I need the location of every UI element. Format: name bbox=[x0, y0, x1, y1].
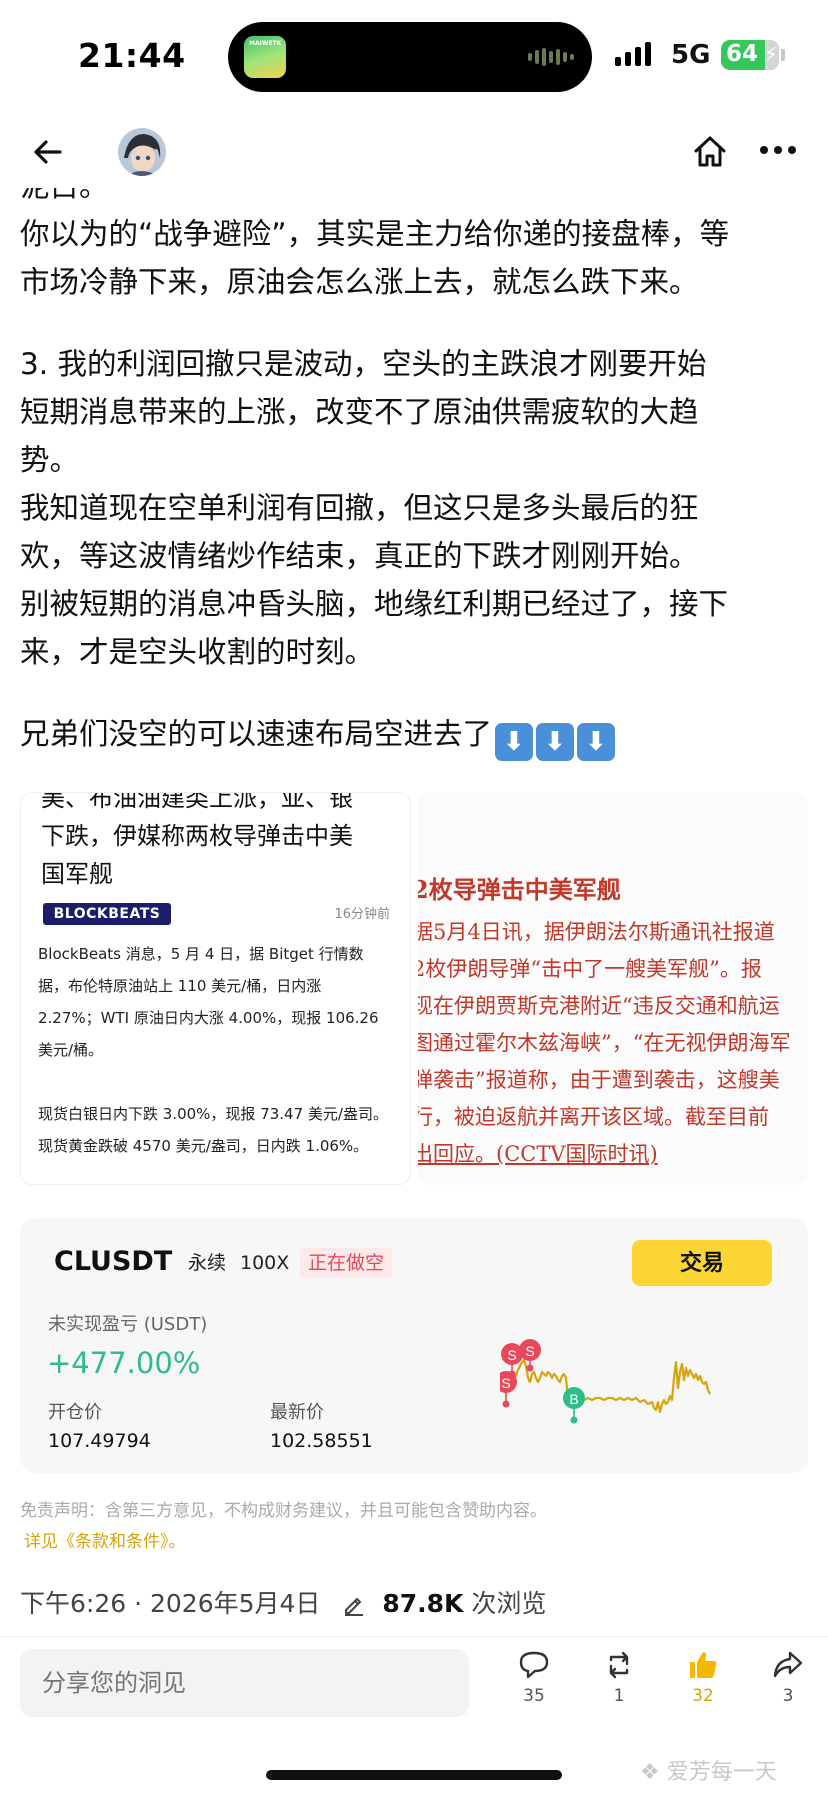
text-line: 兄弟们没空的可以速速布局空进去了 bbox=[20, 717, 493, 751]
post-meta: 下午6:26 · 2026年5月4日 87.8K 次浏览 bbox=[20, 1584, 546, 1620]
position-status-tag: 正在做空 bbox=[300, 1248, 393, 1278]
post-time: 下午6:26 bbox=[20, 1589, 127, 1618]
terms-link[interactable]: 详见《条款和条件》。 bbox=[24, 1527, 186, 1552]
cctv-title: 2枚导弹击中美军舰 bbox=[418, 875, 621, 904]
comment-button[interactable]: 35 bbox=[504, 1648, 564, 1706]
post-body: 泥占。 你以为的“战争避险”，其实是主力给你递的接盘棒，等 市场冷静下来，原油会… bbox=[20, 188, 810, 795]
text-line: 市场冷静下来，原油会怎么涨上去，就怎么跌下来。 bbox=[20, 265, 699, 299]
comment-count: 35 bbox=[523, 1686, 545, 1706]
author-avatar[interactable] bbox=[118, 128, 166, 176]
back-button[interactable] bbox=[28, 132, 68, 172]
avatar-image bbox=[118, 128, 166, 176]
share-count: 3 bbox=[782, 1686, 794, 1706]
blockbeats-logo: BLOCKBEATS bbox=[43, 903, 171, 925]
text-line: 来，才是空头收割的时刻。 bbox=[20, 635, 375, 669]
now-playing-artwork: MAIWETK bbox=[244, 36, 286, 78]
repost-icon bbox=[609, 1651, 629, 1679]
post-date: 2026年5月4日 bbox=[150, 1589, 321, 1618]
buy-marker-label: B bbox=[569, 1391, 578, 1407]
more-dot bbox=[788, 146, 796, 154]
attached-image-news[interactable]: 美、布油油建类上派，亚、银 下跌，伊媒称两枚导弹击中美 国军舰 BLOCKBEA… bbox=[20, 792, 411, 1185]
battery-level: 64 bbox=[726, 41, 759, 67]
price-sparkline: S S S B bbox=[500, 1339, 711, 1424]
cctv-body: 据5月4日讯，据伊朗法尔斯通讯社报道 2枚伊朗导弹“击中了一艘美军舰”。报 现在… bbox=[418, 920, 791, 1166]
artwork-text: MAIWETK bbox=[249, 40, 282, 47]
battery-icon: 64 ⚡ bbox=[721, 40, 779, 70]
audio-wave-icon bbox=[528, 48, 574, 66]
home-button[interactable] bbox=[690, 132, 730, 172]
text-line: 别被短期的消息冲昏头脑，地缘红利期已经过了，接下 bbox=[20, 587, 729, 621]
last-price-value: 102.58551 bbox=[270, 1430, 373, 1452]
text-line: 你以为的“战争避险”，其实是主力给你递的接盘棒，等 bbox=[20, 217, 730, 251]
clipped-text-line: 泥占。 bbox=[20, 188, 810, 210]
dynamic-island[interactable]: MAIWETK bbox=[228, 22, 592, 92]
network-type: 5G bbox=[671, 40, 711, 70]
trade-button[interactable]: 交易 bbox=[632, 1240, 772, 1286]
cellular-signal-icon bbox=[615, 42, 651, 66]
share-icon bbox=[773, 1651, 803, 1678]
down-arrow-icon: ⬇ bbox=[577, 723, 616, 761]
paragraph-3: 兄弟们没空的可以速速布局空进去了 ⬇ ⬇ ⬇ bbox=[20, 710, 810, 761]
text-line: 欢，等这波情绪炒作结束，真正的下跌才刚刚开始。 bbox=[20, 539, 699, 573]
news-time: 16分钟前 bbox=[334, 907, 390, 922]
more-button[interactable] bbox=[760, 146, 796, 158]
repost-count: 1 bbox=[613, 1686, 625, 1706]
text-line: 短期消息带来的上涨，改变不了原油供需疲软的大趋 bbox=[20, 395, 699, 429]
attached-image-cctv[interactable]: 2枚导弹击中美军舰 据5月4日讯，据伊朗法尔斯通讯社报道 2枚伊朗导弹“击中了一… bbox=[418, 792, 808, 1185]
watermark: ❖ 爱芳每一天 bbox=[640, 1760, 777, 1785]
news-headline: 美、布油油建类上派，亚、银 下跌，伊媒称两枚导弹击中美 国军舰 bbox=[41, 792, 353, 888]
open-price-value: 107.49794 bbox=[48, 1430, 151, 1452]
down-arrow-icon: ⬇ bbox=[536, 723, 575, 761]
pnl-label: 未实现盈亏 (USDT) bbox=[48, 1314, 208, 1335]
home-indicator bbox=[266, 1770, 562, 1780]
sell-marker-label: S bbox=[525, 1343, 534, 1359]
text-line: 我知道现在空单利润有回撤，但这只是多头最后的狂 bbox=[20, 491, 699, 525]
last-price-label: 最新价 bbox=[270, 1402, 324, 1423]
comment-icon bbox=[519, 1651, 549, 1679]
contract-type-tag: 永续 bbox=[188, 1252, 227, 1274]
top-nav bbox=[0, 118, 828, 188]
text-line: 3. 我的利润回撤只是波动，空头的主跌浪才刚要开始 bbox=[20, 347, 707, 381]
pnl-value: +477.00% bbox=[47, 1346, 201, 1380]
thumbs-up-icon bbox=[690, 1652, 717, 1678]
news-body: BlockBeats 消息，5 月 4 日，据 Bitget 行情数据，布伦特原… bbox=[38, 945, 388, 1155]
more-dot bbox=[760, 146, 768, 154]
more-dot bbox=[774, 146, 782, 154]
share-button[interactable]: 3 bbox=[758, 1648, 818, 1706]
battery-cap bbox=[781, 49, 785, 61]
trade-symbol: CLUSDT bbox=[54, 1246, 173, 1277]
home-icon bbox=[694, 136, 726, 167]
status-time: 21:44 bbox=[78, 36, 186, 75]
arrow-left-icon bbox=[34, 140, 62, 164]
sell-marker-label: S bbox=[507, 1347, 516, 1363]
open-price-label: 开仓价 bbox=[48, 1402, 102, 1423]
watermark-logo-icon: ❖ bbox=[640, 1760, 667, 1785]
paragraph-1: 你以为的“战争避险”，其实是主力给你递的接盘棒，等 市场冷静下来，原油会怎么涨上… bbox=[20, 210, 810, 306]
divider bbox=[0, 1636, 828, 1637]
trade-position-card[interactable]: CLUSDT 永续 100X 正在做空 交易 未实现盈亏 (USDT) +477… bbox=[20, 1218, 808, 1473]
sell-marker-label: S bbox=[501, 1375, 510, 1391]
analytics-pen-icon[interactable] bbox=[342, 1592, 366, 1616]
like-button[interactable]: 32 bbox=[673, 1648, 733, 1706]
views-count: 87.8K bbox=[382, 1589, 464, 1618]
text-line: 势。 bbox=[20, 443, 80, 477]
paragraph-2: 3. 我的利润回撤只是波动，空头的主跌浪才刚要开始 短期消息带来的上涨，改变不了… bbox=[20, 340, 810, 676]
charging-bolt-icon: ⚡ bbox=[763, 42, 778, 66]
meta-separator: · bbox=[134, 1589, 143, 1618]
leverage-tag: 100X bbox=[240, 1252, 290, 1274]
disclaimer-text: 免责声明：含第三方意见，不构成财务建议，并且可能包含赞助内容。 bbox=[20, 1501, 547, 1521]
like-count: 32 bbox=[692, 1686, 714, 1706]
repost-button[interactable]: 1 bbox=[589, 1648, 649, 1706]
status-bar: 21:44 MAIWETK 5G 64 ⚡ bbox=[0, 0, 828, 112]
reply-input[interactable] bbox=[20, 1649, 469, 1717]
down-arrow-icon: ⬇ bbox=[495, 723, 534, 761]
views-label: 次浏览 bbox=[471, 1589, 547, 1618]
